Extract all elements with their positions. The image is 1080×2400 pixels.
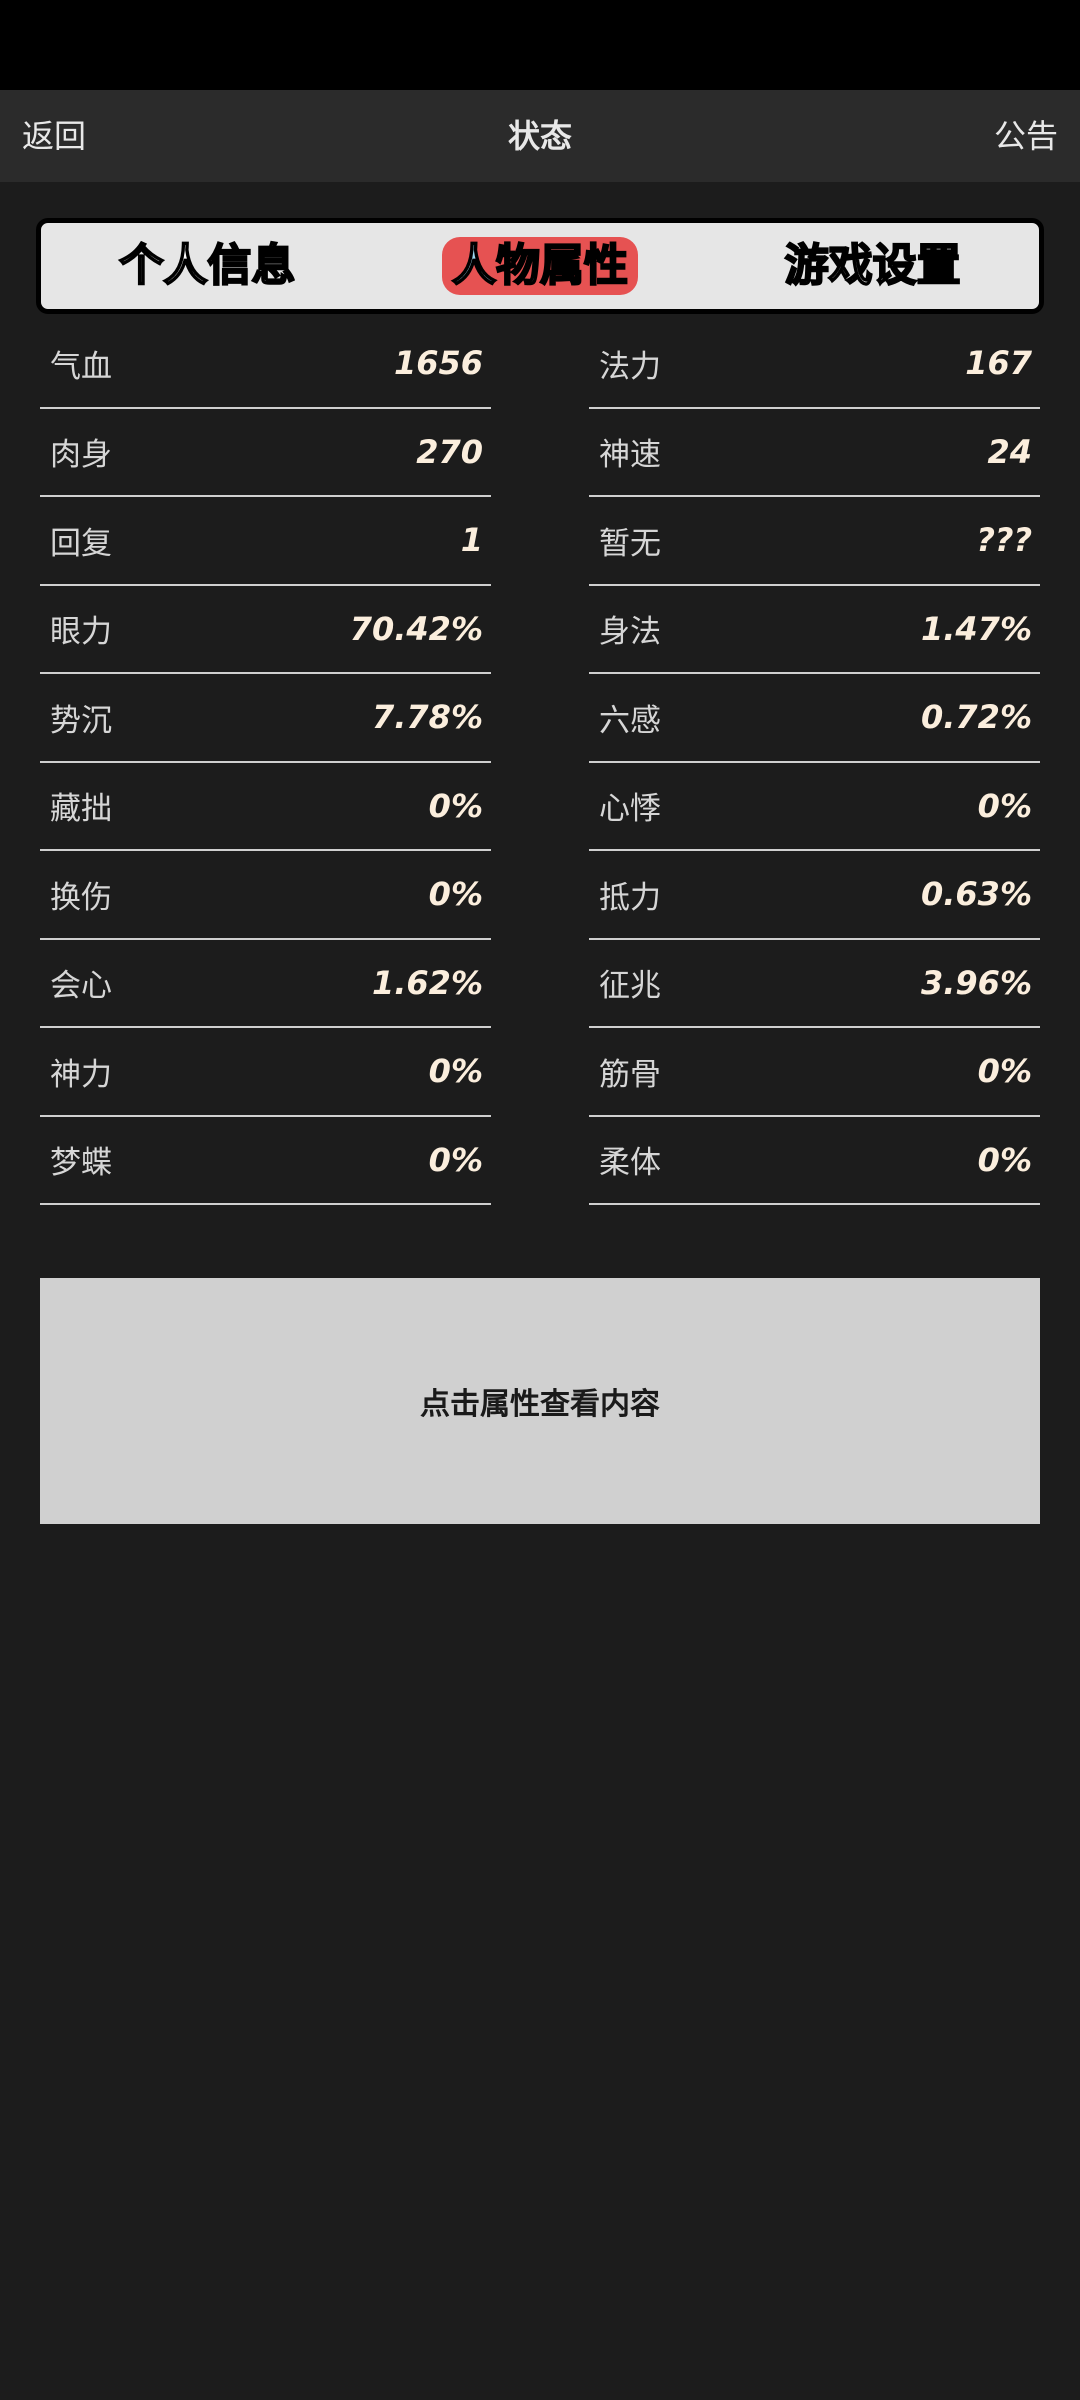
attribute-name: 六感 [599,702,661,739]
attribute-value: 0% [428,1140,483,1179]
attribute-value: 0% [977,786,1032,825]
attribute-row: 神力 0% 筋骨 0% [40,1028,1040,1117]
top-bar: 返回 状态 公告 [0,90,1080,182]
attribute-item[interactable]: 神力 0% [40,1028,491,1117]
attribute-item[interactable]: 回复 1 [40,497,491,586]
attribute-name: 征兆 [599,968,661,1005]
attribute-value: 1.47% [920,609,1032,648]
attribute-grid: 气血 1656 法力 167 肉身 270 神速 24 回复 1 暂无??? 眼力 70.4… [40,320,1040,1205]
back-button[interactable]: 返回 [22,90,86,182]
attribute-name: 心悸 [599,791,661,828]
attribute-item[interactable]: 肉身 270 [40,409,491,497]
attribute-item[interactable]: 换伤 0% [40,851,491,940]
attribute-item[interactable]: 身法 1.47% [589,586,1040,674]
attribute-name: 藏拙 [50,791,112,828]
attribute-row: 换伤 0% 抵力 0.63% [40,851,1040,940]
attribute-item[interactable]: 梦蝶 0% [40,1117,491,1205]
attribute-name: 梦蝶 [50,1145,112,1182]
attribute-name: 暂无 [599,525,661,562]
attribute-name: 回复 [50,525,112,562]
attribute-name: 法力 [599,348,661,385]
attribute-name: 柔体 [599,1145,661,1182]
attribute-name: 身法 [599,614,661,651]
attribute-value: 1656 [393,344,483,383]
page-title: 状态 [507,117,572,155]
attribute-row: 会心 1.62% 征兆 3.96% [40,940,1040,1028]
attribute-item[interactable]: 会心 1.62% [40,940,491,1028]
attribute-value: 7.78% [371,698,483,737]
attribute-value: 3.96% [920,963,1032,1002]
attribute-value: ??? [976,521,1032,560]
attribute-value: 0% [977,1052,1032,1091]
attribute-item[interactable]: 抵力 0.63% [589,851,1040,940]
tab-bar: 个人信息 人物属性 游戏设置 [36,218,1044,314]
attribute-value: 0.72% [920,698,1032,737]
description-hint: 点击属性查看内容 [420,1387,660,1422]
notice-button[interactable]: 公告 [994,90,1058,182]
attribute-item[interactable]: 筋骨 0% [589,1028,1040,1117]
attribute-value: 24 [987,432,1032,471]
attribute-row: 眼力 70.42% 身法 1.47% [40,586,1040,674]
attribute-value: 1 [460,521,483,560]
attribute-item[interactable]: 法力 167 [589,320,1040,409]
attribute-row: 梦蝶 0% 柔体 0% [40,1117,1040,1205]
attribute-name: 神速 [599,437,661,474]
attribute-item[interactable]: 神速 24 [589,409,1040,497]
attribute-description-panel: 点击属性查看内容 [40,1278,1040,1524]
attribute-value: 0% [428,786,483,825]
attribute-item[interactable]: 气血 1656 [40,320,491,409]
attribute-row: 势沉 7.78% 六感 0.72% [40,674,1040,763]
attribute-row: 肉身 270 神速 24 [40,409,1040,497]
attribute-name: 神力 [50,1056,112,1093]
attribute-name: 眼力 [50,614,112,651]
attribute-row: 回复 1 暂无??? [40,497,1040,586]
tab-character-attributes[interactable]: 人物属性 [441,237,638,295]
attribute-name: 势沉 [50,702,112,739]
attribute-name: 抵力 [599,879,661,916]
attribute-value: 70.42% [349,609,483,648]
attribute-value: 167 [965,344,1032,383]
attribute-item[interactable]: 心悸 0% [589,763,1040,851]
attribute-row: 藏拙 0% 心悸 0% [40,763,1040,851]
status-bar [0,0,1080,90]
attribute-value: 270 [416,432,483,471]
attribute-value: 0% [977,1140,1032,1179]
attribute-item[interactable]: 藏拙 0% [40,763,491,851]
attribute-row: 气血 1656 法力 167 [40,320,1040,409]
attribute-item[interactable]: 征兆 3.96% [589,940,1040,1028]
attribute-item[interactable]: 势沉 7.78% [40,674,491,763]
attribute-value: 0.63% [920,875,1032,914]
attribute-item[interactable]: 暂无??? [589,497,1040,586]
attribute-name: 气血 [50,348,112,385]
attribute-name: 肉身 [50,437,112,474]
attribute-value: 0% [428,1052,483,1091]
attribute-name: 筋骨 [599,1056,661,1093]
attribute-name: 换伤 [50,879,112,916]
attribute-value: 1.62% [371,963,483,1002]
attribute-item[interactable]: 眼力 70.42% [40,586,491,674]
attribute-name: 会心 [50,968,112,1005]
tab-game-settings[interactable]: 游戏设置 [775,237,971,295]
attribute-value: 0% [428,875,483,914]
attribute-item[interactable]: 柔体 0% [589,1117,1040,1205]
attribute-item[interactable]: 六感 0.72% [589,674,1040,763]
tab-personal-info[interactable]: 个人信息 [109,237,305,295]
